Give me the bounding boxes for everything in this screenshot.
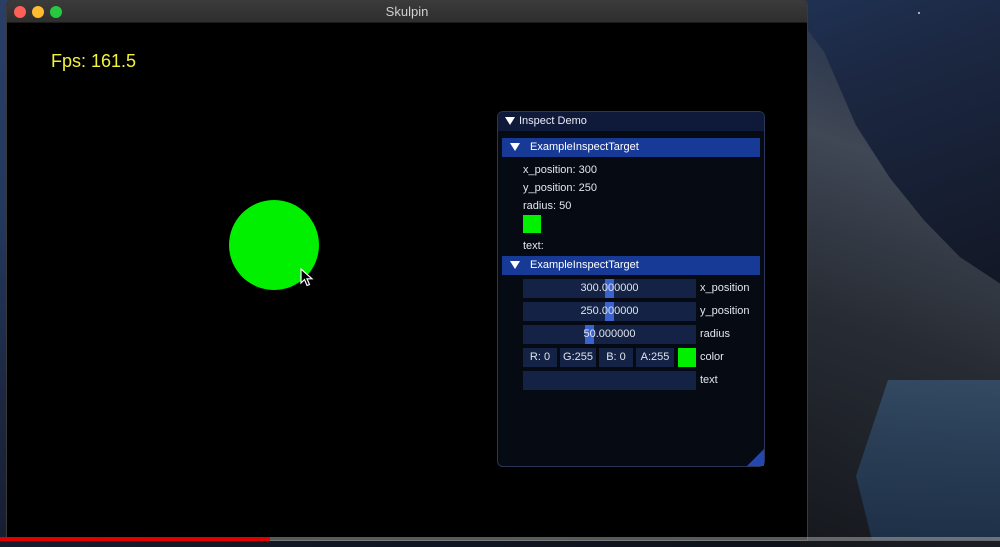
window-title: Skulpin [385,4,429,19]
x-position-value: 300.000000 [580,282,639,294]
window-titlebar[interactable]: Skulpin [7,0,807,23]
section-header-label: ExampleInspectTarget [530,259,639,271]
y-position-value: 250.000000 [580,305,639,317]
color-label: color [700,351,724,363]
app-window: Skulpin Fps: 161.5 Inspect Demo ExampleI… [7,0,807,540]
y-position-text: y_position: 250 [523,182,597,194]
inspect-demo-window: Inspect Demo ExampleInspectTarget x_posi… [497,111,765,467]
y-position-label: y_position [700,305,750,317]
radius-slider[interactable]: 50.000000 [523,325,696,344]
radius-text: radius: 50 [523,200,572,212]
inspect-demo-title: Inspect Demo [519,115,587,127]
text-input[interactable] [523,371,696,390]
wallpaper-star [918,12,920,14]
color-a-input[interactable]: A:255 [636,348,674,367]
text-label: text: [523,240,544,252]
color-picker-button[interactable] [678,348,696,367]
arrow-cursor-icon [300,268,314,287]
video-progress-fill [0,537,270,541]
color-r-input[interactable]: R: 0 [523,348,557,367]
section-header-editable[interactable]: ExampleInspectTarget [502,256,760,275]
x-position-slider[interactable]: 300.000000 [523,279,696,298]
radius-value: 50.000000 [583,328,636,340]
x-position-text: x_position: 300 [523,164,597,176]
video-progress-bar[interactable] [0,537,1000,541]
collapse-triangle-icon[interactable] [510,143,520,151]
section-header-label: ExampleInspectTarget [530,141,639,153]
color-swatch [523,215,541,233]
collapse-triangle-icon[interactable] [505,117,515,125]
color-g-input[interactable]: G:255 [560,348,596,367]
resize-grip-icon[interactable] [747,449,764,466]
inspect-demo-titlebar[interactable]: Inspect Demo [498,112,764,131]
x-position-label: x_position [700,282,750,294]
text-field-label: text [700,374,718,386]
fps-counter: Fps: 161.5 [51,51,137,71]
section-header-readonly[interactable]: ExampleInspectTarget [502,138,760,157]
color-b-input[interactable]: B: 0 [599,348,633,367]
y-position-slider[interactable]: 250.000000 [523,302,696,321]
radius-label: radius [700,328,730,340]
collapse-triangle-icon[interactable] [510,261,520,269]
